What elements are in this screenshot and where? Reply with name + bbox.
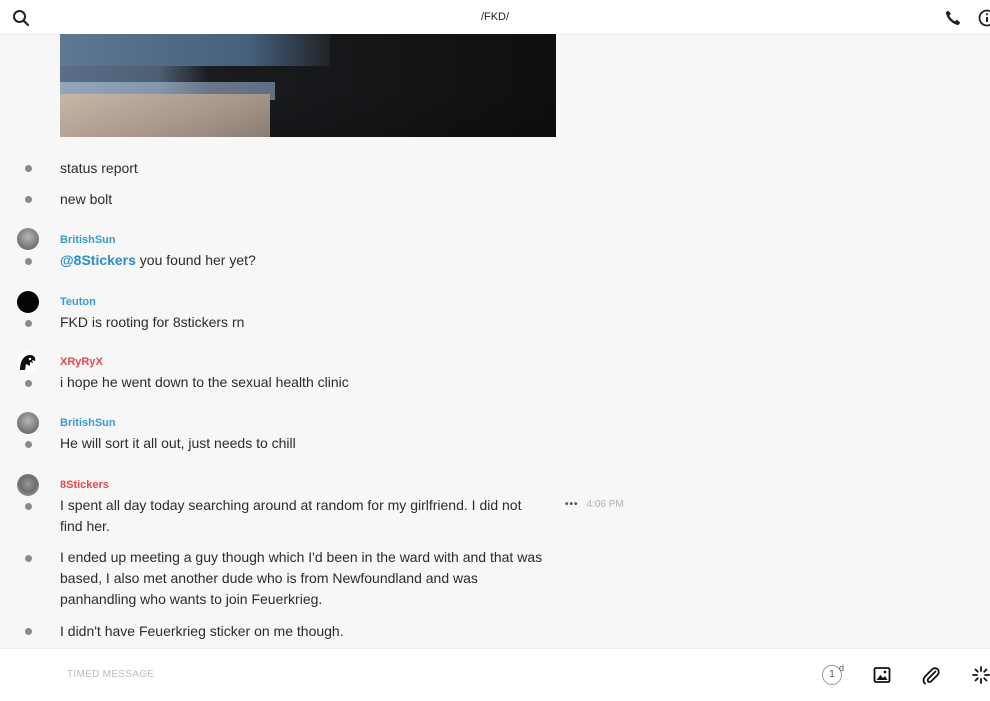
avatar-graphic (17, 351, 39, 373)
message-line: based, I also met another dude who is fr… (60, 568, 542, 589)
phone-icon[interactable] (944, 9, 962, 27)
image-icon[interactable] (872, 665, 892, 685)
message-meta: ••• 4:06 PM (565, 499, 624, 510)
message-text: He will sort it all out, just needs to c… (60, 433, 296, 454)
avatar[interactable] (17, 474, 39, 496)
message-author[interactable]: BritishSun (60, 234, 116, 246)
message-author[interactable]: BritishSun (60, 417, 116, 429)
message-author[interactable]: XRyRyX (60, 356, 103, 368)
message-text: I ended up meeting a guy though which I'… (60, 547, 542, 610)
message-text: new bolt (60, 189, 112, 210)
message-line: find her. (60, 516, 521, 537)
avatar[interactable] (17, 351, 39, 373)
more-options-icon[interactable]: ••• (565, 499, 579, 510)
message-text: status report (60, 158, 138, 179)
attach-icon[interactable] (921, 665, 941, 685)
sparkle-icon[interactable] (971, 665, 990, 685)
message-bullet (25, 165, 32, 172)
message-text: I didn't have Feuerkrieg sticker on me t… (60, 621, 344, 642)
message-text: FKD is rooting for 8stickers rn (60, 312, 244, 333)
message-composer: TIMED MESSAGE 1 d (0, 648, 990, 701)
message-line: I ended up meeting a guy though which I'… (60, 547, 542, 568)
chat-title: /FKD/ (0, 11, 990, 23)
photo-region (60, 94, 270, 137)
info-icon[interactable] (978, 9, 990, 27)
photo-region (60, 34, 330, 66)
message-bullet (25, 503, 32, 510)
avatar[interactable] (17, 228, 39, 250)
avatar[interactable] (17, 412, 39, 434)
message-line: I spent all day today searching around a… (60, 495, 521, 516)
message-bullet (25, 380, 32, 387)
timer-unit: d (839, 663, 844, 673)
message-text: @8Stickers you found her yet? (60, 250, 256, 271)
chat-header: /FKD/ (0, 0, 990, 35)
message-text: I spent all day today searching around a… (60, 495, 521, 537)
message-author[interactable]: Teuton (60, 296, 96, 308)
message-input[interactable]: TIMED MESSAGE (67, 669, 154, 680)
message-line: panhandling who wants to join Feuerkrieg… (60, 589, 542, 610)
message-text: i hope he went down to the sexual health… (60, 372, 349, 393)
avatar[interactable] (17, 291, 39, 313)
message-bullet (25, 555, 32, 562)
message-bullet (25, 196, 32, 203)
message-bullet (25, 258, 32, 265)
message-bullet (25, 628, 32, 635)
message-text-body: you found her yet? (136, 252, 256, 268)
message-author[interactable]: 8Stickers (60, 479, 109, 491)
message-bullet (25, 320, 32, 327)
message-bullet (25, 441, 32, 448)
image-attachment[interactable] (60, 34, 556, 137)
user-mention[interactable]: @8Stickers (60, 252, 136, 268)
message-timestamp: 4:06 PM (587, 499, 624, 510)
